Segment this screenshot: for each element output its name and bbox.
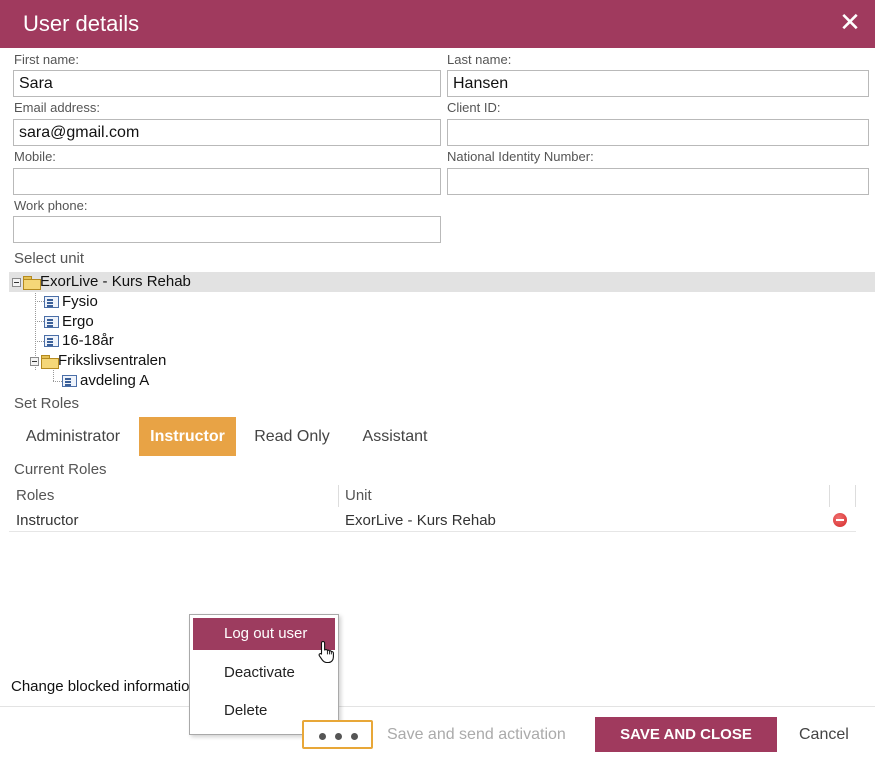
last-name-field[interactable] bbox=[447, 70, 869, 97]
role-tab-instructor[interactable]: Instructor bbox=[139, 417, 236, 456]
client-id-label: Client ID: bbox=[447, 100, 501, 115]
role-tab-administrator[interactable]: Administrator bbox=[14, 417, 132, 456]
last-name-label: Last name: bbox=[447, 52, 512, 67]
dot-icon bbox=[351, 733, 358, 740]
current-roles-label: Current Roles bbox=[14, 461, 107, 478]
tree-connector bbox=[35, 341, 44, 342]
current-roles-table: Roles Unit Instructor ExorLive - Kurs Re… bbox=[9, 483, 856, 532]
table-cell-unit: ExorLive - Kurs Rehab bbox=[345, 512, 496, 529]
save-and-send-activation-button[interactable]: Save and send activation bbox=[387, 724, 566, 746]
unit-icon bbox=[44, 335, 59, 348]
footer-divider bbox=[0, 706, 875, 707]
close-icon[interactable]: ✕ bbox=[839, 9, 861, 35]
email-label: Email address: bbox=[14, 100, 100, 115]
tree-node-ergo[interactable]: Ergo bbox=[44, 312, 94, 332]
menu-item-log-out-user[interactable]: Log out user bbox=[193, 618, 335, 650]
column-header-roles: Roles bbox=[16, 487, 55, 504]
save-and-close-button[interactable]: SAVE AND CLOSE bbox=[595, 717, 777, 752]
more-actions-button[interactable] bbox=[302, 720, 373, 749]
folder-icon bbox=[41, 355, 59, 370]
tree-node-label: ExorLive - Kurs Rehab bbox=[40, 273, 191, 290]
tree-node-16-18ar[interactable]: 16-18år bbox=[44, 331, 114, 351]
dialog-title: User details bbox=[23, 11, 140, 36]
tree-node-label: Fysio bbox=[62, 293, 98, 310]
change-blocked-information-link[interactable]: Change blocked information bbox=[11, 678, 191, 696]
dot-icon bbox=[335, 733, 342, 740]
role-tab-read-only[interactable]: Read Only bbox=[245, 417, 339, 456]
collapse-icon[interactable] bbox=[30, 356, 39, 366]
tree-connector bbox=[35, 301, 44, 302]
national-id-label: National Identity Number: bbox=[447, 149, 594, 164]
column-divider bbox=[338, 485, 339, 507]
more-actions-menu: Log out user Deactivate Delete bbox=[189, 614, 339, 735]
mobile-label: Mobile: bbox=[14, 149, 56, 164]
collapse-icon[interactable] bbox=[12, 277, 21, 287]
unit-icon bbox=[44, 296, 59, 309]
tree-node-label: 16-18år bbox=[62, 332, 114, 349]
tree-node-exorlive-kurs-rehab[interactable]: ExorLive - Kurs Rehab bbox=[9, 272, 875, 292]
unit-icon bbox=[44, 316, 59, 329]
unit-icon bbox=[62, 375, 77, 388]
dialog-titlebar: User details ✕ bbox=[0, 0, 875, 48]
select-unit-label: Select unit bbox=[14, 250, 85, 267]
tree-connector bbox=[53, 381, 62, 382]
menu-item-deactivate[interactable]: Deactivate bbox=[193, 657, 335, 689]
tree-node-label: avdeling A bbox=[80, 372, 150, 389]
role-tab-assistant[interactable]: Assistant bbox=[349, 417, 441, 456]
remove-role-icon[interactable] bbox=[833, 513, 847, 527]
tree-connector bbox=[53, 370, 54, 381]
tree-node-label: Frikslivsentralen bbox=[58, 352, 167, 369]
tree-node-avdeling-a[interactable]: avdeling A bbox=[62, 371, 149, 391]
tree-node-frikslivsentralen[interactable]: Frikslivsentralen bbox=[30, 351, 166, 371]
tree-node-label: Ergo bbox=[62, 313, 94, 330]
table-cell-role: Instructor bbox=[16, 512, 79, 529]
client-id-field[interactable] bbox=[447, 119, 869, 146]
first-name-field[interactable] bbox=[13, 70, 441, 97]
hand-cursor-icon bbox=[318, 640, 334, 664]
mobile-field[interactable] bbox=[13, 168, 441, 195]
dot-icon bbox=[319, 733, 326, 740]
national-id-field[interactable] bbox=[447, 168, 869, 195]
tree-connector bbox=[35, 321, 44, 322]
work-phone-field[interactable] bbox=[13, 216, 441, 243]
set-roles-label: Set Roles bbox=[14, 395, 80, 412]
first-name-label: First name: bbox=[14, 52, 80, 67]
column-divider bbox=[855, 485, 856, 507]
work-phone-label: Work phone: bbox=[14, 198, 88, 213]
cancel-button[interactable]: Cancel bbox=[799, 724, 849, 746]
column-divider bbox=[829, 485, 830, 507]
tree-node-fysio[interactable]: Fysio bbox=[44, 292, 98, 312]
column-header-unit: Unit bbox=[345, 487, 372, 504]
folder-icon bbox=[23, 276, 41, 291]
email-field[interactable] bbox=[13, 119, 441, 146]
